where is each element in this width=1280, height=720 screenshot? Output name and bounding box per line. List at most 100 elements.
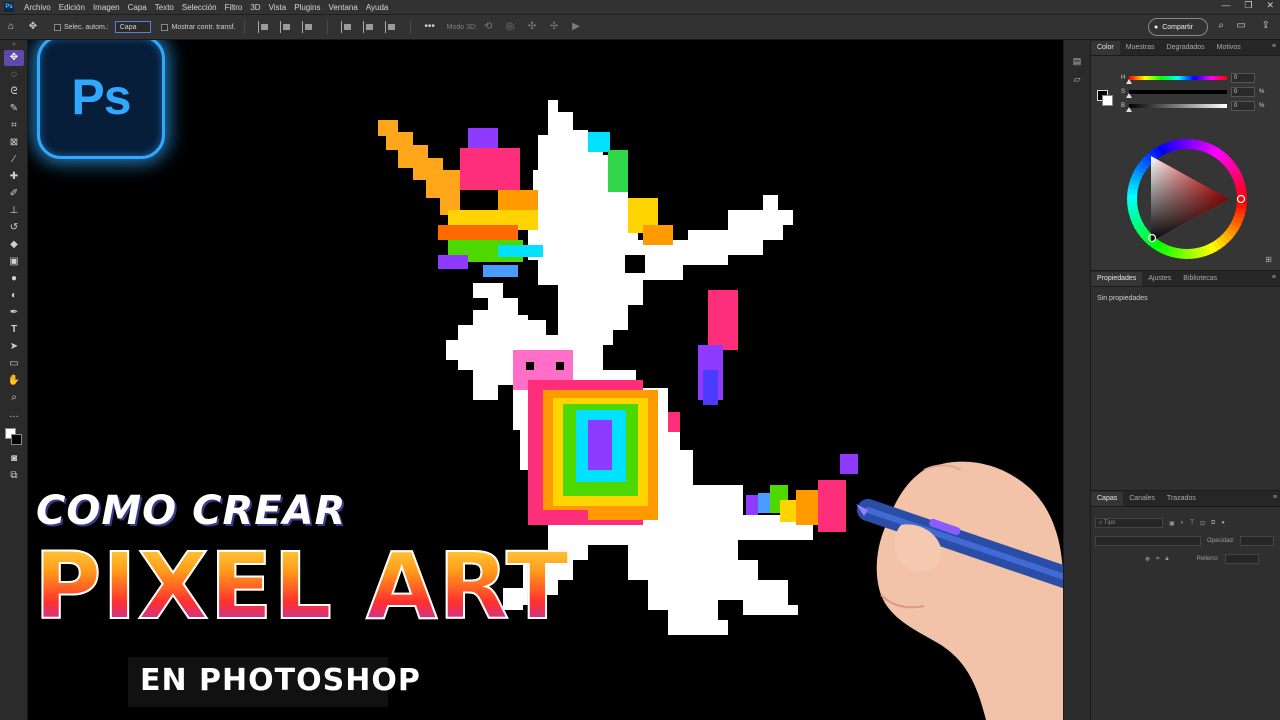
layer-filter-dropdown[interactable]: ⌕ Tipo	[1095, 518, 1163, 528]
lock-artboard-icon[interactable]: ⌗	[1156, 556, 1159, 563]
saturation-value-field[interactable]: 0	[1231, 87, 1255, 97]
camera-3d-icon[interactable]: ▶	[569, 20, 583, 34]
menu-plugins[interactable]: Plugins	[290, 3, 324, 12]
stamp-tool-icon[interactable]: ⊥	[4, 203, 24, 219]
crop-tool-icon[interactable]: ⌗	[4, 118, 24, 134]
background-swatch[interactable]	[11, 434, 22, 445]
document-canvas[interactable]: Ps COMO CREAR PIXEL ART EN PHOTOSHOP	[28, 40, 1063, 720]
hand-tool-icon[interactable]: ✋	[4, 373, 24, 389]
close-icon[interactable]: ✕	[1266, 0, 1274, 11]
panel-menu-icon[interactable]: ≡	[1272, 43, 1276, 50]
history-panel-icon[interactable]: ▤	[1070, 56, 1084, 66]
blur-tool-icon[interactable]: ●	[4, 271, 24, 287]
workspace-icon[interactable]: ▭	[1237, 20, 1246, 31]
hue-thumb[interactable]	[1126, 79, 1132, 84]
menu-ayuda[interactable]: Ayuda	[362, 3, 393, 12]
show-transform-checkbox[interactable]	[161, 23, 169, 31]
menu-filtro[interactable]: Filtro	[221, 3, 247, 12]
roll-3d-icon[interactable]: ◎	[503, 20, 517, 34]
saturation-slider[interactable]	[1126, 90, 1227, 98]
tab-trazados[interactable]: Trazados	[1161, 492, 1202, 506]
align-top-icon[interactable]	[340, 21, 353, 33]
tab-motivos[interactable]: Motivos	[1211, 41, 1247, 55]
home-icon[interactable]: ⌂	[4, 20, 18, 34]
lock-position-icon[interactable]: ✥	[1145, 556, 1150, 563]
brightness-value-field[interactable]: 0	[1231, 101, 1255, 111]
eraser-tool-icon[interactable]: ◆	[4, 237, 24, 253]
frame-tool-icon[interactable]: ⊠	[4, 135, 24, 151]
tab-ajustes[interactable]: Ajustes	[1142, 272, 1177, 286]
share-arrow-icon[interactable]: ⇪	[1262, 20, 1270, 31]
auto-select-target-dropdown[interactable]: Capa	[114, 21, 152, 33]
menu-seleccion[interactable]: Selección	[178, 3, 221, 12]
tab-degradados[interactable]: Degradados	[1161, 41, 1211, 55]
auto-select-checkbox[interactable]	[54, 23, 61, 31]
tab-bibliotecas[interactable]: Bibliotecas	[1177, 272, 1223, 286]
align-center-icon[interactable]	[279, 21, 292, 33]
history-brush-icon[interactable]: ↺	[4, 220, 24, 236]
align-right-icon[interactable]	[301, 21, 314, 33]
comments-panel-icon[interactable]: ▱	[1070, 74, 1084, 84]
fill-field[interactable]	[1224, 554, 1259, 564]
align-bottom-icon[interactable]	[384, 21, 397, 33]
add-swatch-icon[interactable]: ⊞	[1265, 255, 1272, 264]
filter-pixel-icon[interactable]: ▣	[1169, 520, 1175, 527]
gradient-tool-icon[interactable]: ▣	[4, 254, 24, 270]
marquee-tool-icon[interactable]: ◌	[4, 67, 24, 83]
menu-imagen[interactable]: Imagen	[89, 3, 124, 12]
blend-mode-dropdown[interactable]	[1095, 536, 1201, 546]
filter-smart-icon[interactable]: ⧉	[1211, 520, 1215, 527]
lasso-tool-icon[interactable]: ᘓ	[4, 84, 24, 100]
saturation-thumb[interactable]	[1126, 93, 1132, 98]
tab-propiedades[interactable]: Propiedades	[1091, 272, 1143, 286]
more-tools-icon[interactable]: …	[4, 407, 24, 423]
menu-capa[interactable]: Capa	[124, 3, 151, 12]
collapse-icon[interactable]: »	[4, 41, 24, 49]
filter-toggle-icon[interactable]: ●	[1221, 520, 1225, 526]
color-wheel[interactable]	[1126, 138, 1248, 260]
filter-shape-icon[interactable]: ⊡	[1200, 520, 1205, 527]
pen-tool-icon[interactable]: ✒	[4, 305, 24, 321]
rectangle-tool-icon[interactable]: ▭	[4, 356, 24, 372]
panel-menu-icon[interactable]: ≡	[1273, 494, 1277, 501]
background-color-swatch[interactable]	[1102, 95, 1113, 106]
hue-value-field[interactable]: 0	[1231, 73, 1255, 83]
minimize-icon[interactable]: —	[1221, 0, 1230, 11]
more-options-icon[interactable]: •••	[423, 20, 437, 34]
brush-tool-icon[interactable]: ✐	[4, 186, 24, 202]
menu-edicion[interactable]: Edición	[55, 3, 89, 12]
panel-menu-icon[interactable]: ≡	[1272, 274, 1276, 281]
eyedropper-tool-icon[interactable]: ⁄	[4, 152, 24, 168]
slide-3d-icon[interactable]: ✢	[547, 20, 561, 34]
app-icon[interactable]: Ps	[4, 2, 14, 12]
color-panel-swatches[interactable]	[1097, 90, 1113, 106]
tab-muestras[interactable]: Muestras	[1120, 41, 1161, 55]
opacity-field[interactable]	[1240, 536, 1275, 546]
tab-capas[interactable]: Capas	[1091, 492, 1124, 506]
zoom-tool-icon[interactable]: ⌕	[4, 390, 24, 406]
screen-mode-icon[interactable]: ⧉	[4, 468, 24, 484]
quick-select-tool-icon[interactable]: ✎	[4, 101, 24, 117]
hue-slider[interactable]	[1126, 76, 1227, 84]
drag-3d-icon[interactable]: ✣	[525, 20, 539, 34]
menu-vista[interactable]: Vista	[265, 3, 291, 12]
healing-tool-icon[interactable]: ✚	[4, 169, 24, 185]
align-middle-icon[interactable]	[362, 21, 375, 33]
menu-texto[interactable]: Texto	[151, 3, 178, 12]
color-swatches[interactable]	[4, 427, 24, 447]
brightness-slider[interactable]	[1126, 104, 1227, 112]
menu-ventana[interactable]: Ventana	[324, 3, 361, 12]
brightness-thumb[interactable]	[1126, 107, 1132, 112]
restore-icon[interactable]: ❐	[1244, 0, 1252, 11]
lock-all-icon[interactable]: 🔒︎	[1165, 556, 1168, 563]
search-icon[interactable]: ⌕	[1218, 20, 1224, 31]
dodge-tool-icon[interactable]: ◐	[4, 288, 24, 304]
menu-3d[interactable]: 3D	[246, 3, 264, 12]
move-tool-preset-icon[interactable]: ✥	[26, 20, 40, 34]
menu-archivo[interactable]: Archivo	[20, 3, 55, 12]
tab-color[interactable]: Color	[1091, 41, 1120, 55]
move-tool-icon[interactable]: ✥	[4, 50, 24, 66]
align-left-icon[interactable]	[257, 21, 270, 33]
tab-canales[interactable]: Canales	[1123, 492, 1161, 506]
filter-adjust-icon[interactable]: ◐	[1181, 520, 1185, 526]
